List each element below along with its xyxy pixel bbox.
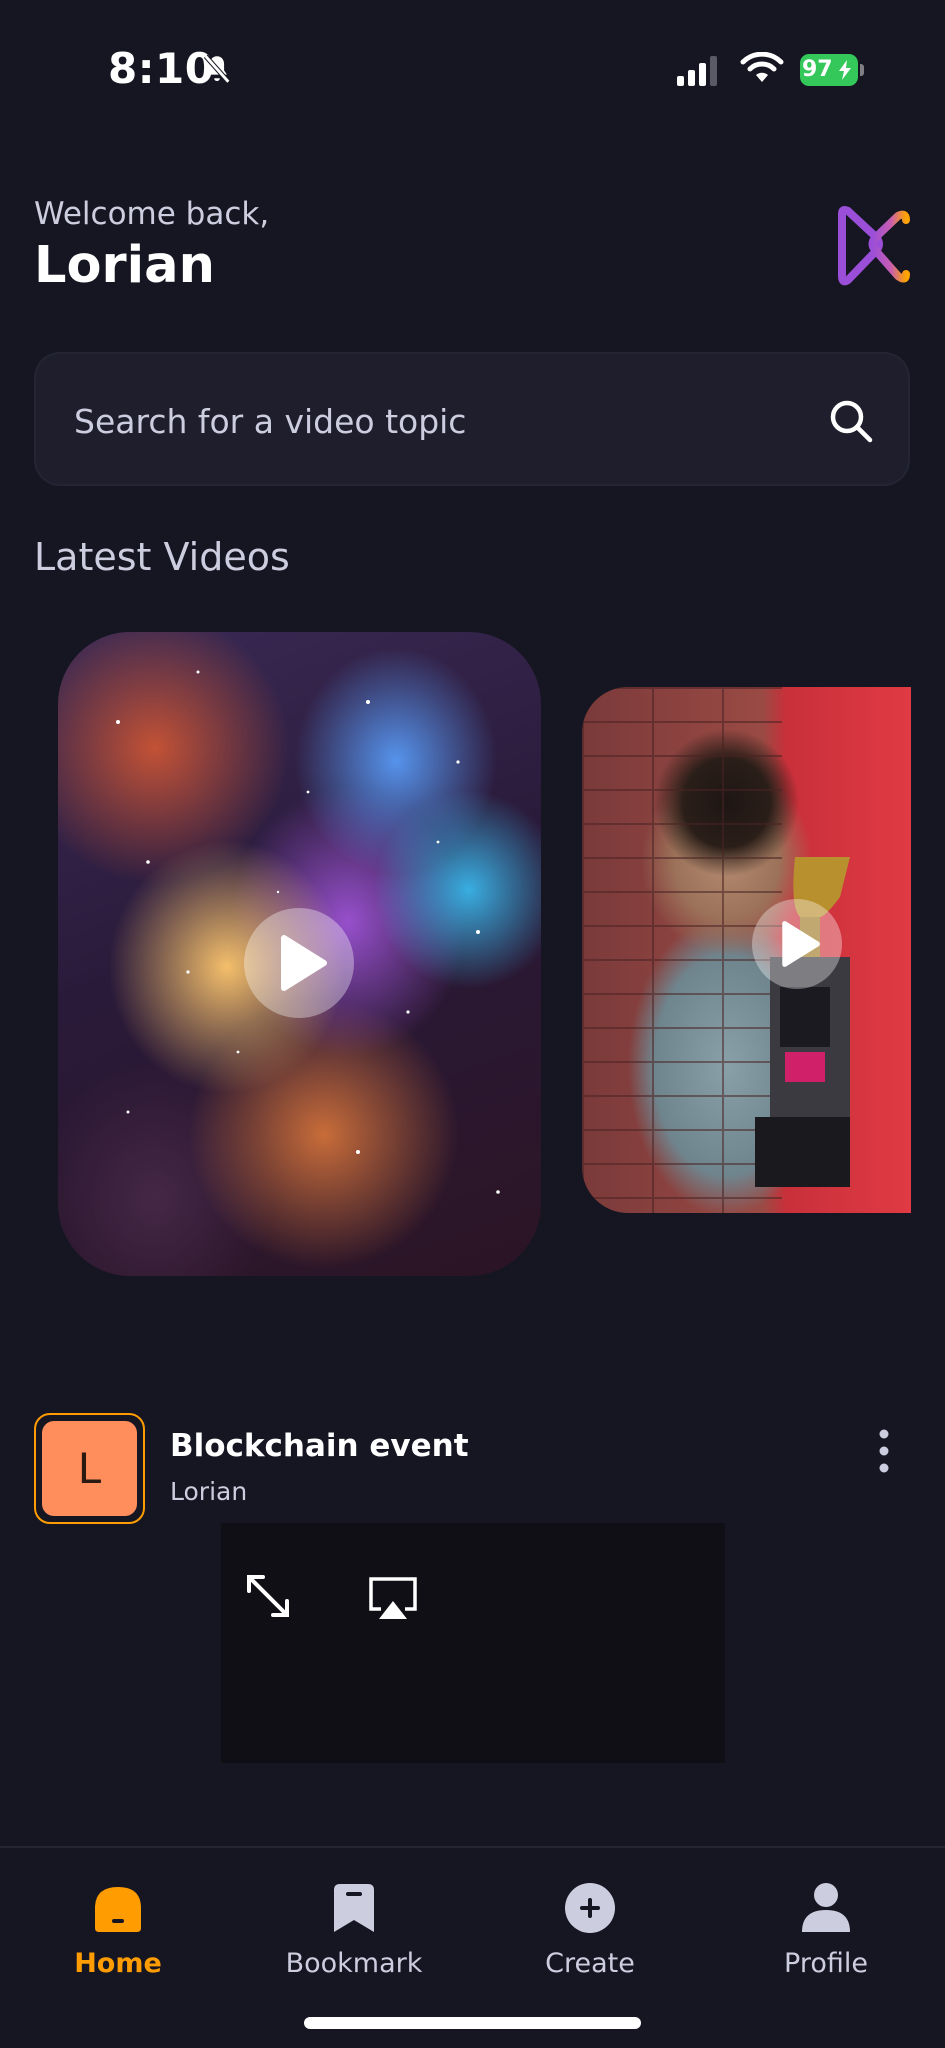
video-player[interactable]: [221, 1523, 725, 1763]
video-title[interactable]: Blockchain event: [170, 1428, 469, 1464]
tab-create[interactable]: Create: [490, 1868, 690, 1979]
tab-bookmark[interactable]: Bookmark: [254, 1868, 454, 1979]
welcome-greeting: Welcome back,: [34, 196, 270, 232]
trending-video-card[interactable]: [58, 632, 541, 1276]
tab-home[interactable]: Home: [18, 1868, 218, 1979]
home-icon: [95, 1887, 141, 1932]
status-time: 8:10: [108, 44, 215, 93]
home-screen: 8:10 97 Welcome back, Lorian Search for …: [0, 0, 945, 2048]
play-button[interactable]: [244, 908, 354, 1018]
home-indicator[interactable]: [304, 2017, 641, 2029]
plus-circle-icon: [565, 1883, 615, 1933]
battery-level: 97: [802, 57, 833, 82]
bell-slash-icon: [203, 54, 231, 84]
latest-videos-heading: Latest Videos: [34, 535, 290, 579]
fullscreen-icon[interactable]: [243, 1571, 293, 1621]
search-field[interactable]: Search for a video topic: [34, 352, 910, 486]
charging-bolt-icon: [839, 60, 851, 80]
play-icon: [281, 935, 327, 991]
trending-video-card[interactable]: [582, 687, 911, 1213]
search-input[interactable]: Search for a video topic: [74, 402, 466, 441]
profile-icon: [802, 1883, 850, 1932]
airplay-icon[interactable]: [367, 1575, 419, 1623]
play-button[interactable]: [752, 899, 842, 989]
app-logo-icon: [838, 206, 910, 286]
play-icon: [782, 921, 820, 967]
tab-label: Create: [545, 1948, 635, 1979]
user-name: Lorian: [34, 236, 215, 295]
tab-profile[interactable]: Profile: [726, 1868, 926, 1979]
battery-indicator: 97: [800, 54, 864, 86]
cellular-signal-icon: [677, 56, 717, 86]
more-options-icon[interactable]: [876, 1428, 892, 1474]
search-icon[interactable]: [828, 398, 874, 444]
wifi-icon: [740, 52, 784, 82]
avatar[interactable]: L: [34, 1413, 145, 1524]
video-author: Lorian: [170, 1477, 248, 1506]
tab-label: Profile: [784, 1948, 868, 1979]
bookmark-icon: [334, 1884, 374, 1932]
tab-label: Home: [74, 1948, 162, 1979]
avatar-letter: L: [42, 1421, 137, 1516]
tab-label: Bookmark: [285, 1948, 423, 1979]
